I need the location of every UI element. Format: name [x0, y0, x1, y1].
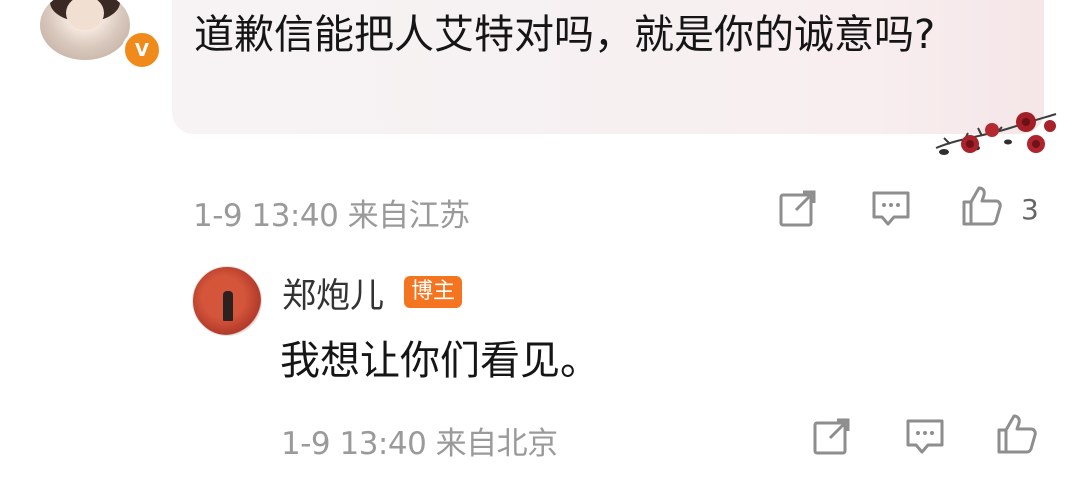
verified-badge-icon: V: [122, 30, 162, 70]
avatar-figure: [223, 291, 233, 321]
share-icon[interactable]: [810, 414, 854, 458]
blogger-badge: 博主: [404, 276, 463, 308]
share-icon[interactable]: [776, 186, 820, 230]
comment-meta: 1-9 13:40 来自江苏: [193, 198, 470, 234]
like-icon[interactable]: [960, 184, 1004, 228]
comment-thread: V 道歉信能把人艾特对吗，就是你的诚意吗? 1-9 13:40 来自江苏 3 郑…: [0, 0, 1080, 482]
like-count: 3: [1021, 193, 1039, 226]
reply-icon[interactable]: [903, 414, 947, 458]
reply-meta: 1-9 13:40 来自北京: [281, 426, 558, 462]
blogger-avatar[interactable]: [192, 266, 262, 336]
comment-text: 道歉信能把人艾特对吗，就是你的诚意吗?: [194, 12, 936, 58]
rose-decoration-icon: [935, 112, 1057, 155]
avatar-face: [66, 0, 104, 30]
like-icon[interactable]: [995, 412, 1039, 456]
reply-text: 我想让你们看见。: [280, 338, 600, 384]
reply-icon[interactable]: [869, 186, 913, 230]
reply-username[interactable]: 郑炮儿: [282, 268, 384, 317]
commenter-avatar[interactable]: [40, 0, 130, 60]
